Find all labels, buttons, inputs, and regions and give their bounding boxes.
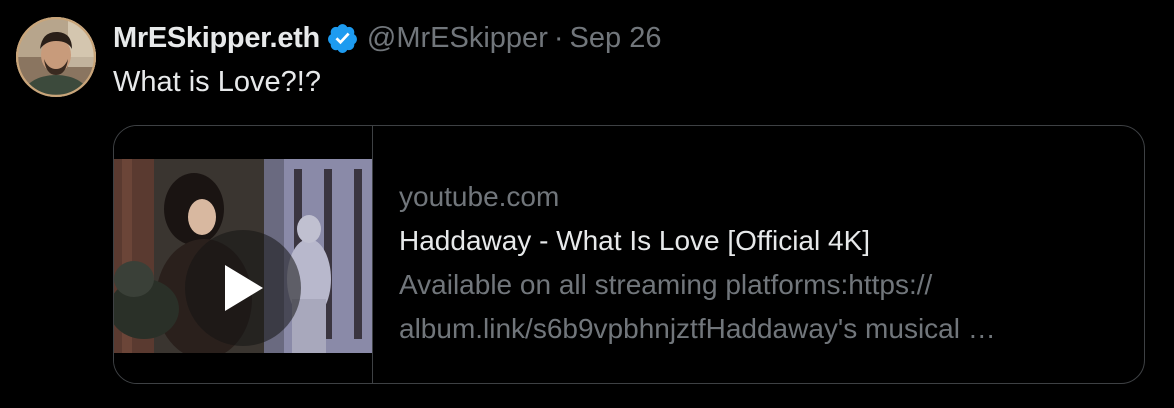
tweet-text: What is Love?!? — [113, 66, 321, 98]
card-description-line1: Available on all streaming platforms:htt… — [399, 269, 933, 300]
avatar-image — [16, 17, 96, 97]
card-domain: youtube.com — [399, 181, 560, 212]
card-title[interactable]: Haddaway - What Is Love [Official 4K] — [399, 219, 1144, 263]
card-description-line2: album.link/s6b9vpbhnjztfHaddaway's music… — [399, 313, 996, 344]
video-thumbnail-image — [114, 159, 372, 353]
author-display-name[interactable]: MrESkipper.eth — [113, 22, 320, 55]
tweet[interactable]: MrESkipper.eth @MrESkipper · Sep 26 What… — [0, 0, 1174, 408]
card-body[interactable]: youtube.com Haddaway - What Is Love [Off… — [373, 126, 1144, 383]
separator-dot: · — [553, 21, 564, 54]
tweet-header: MrESkipper.eth @MrESkipper · Sep 26 — [113, 18, 661, 58]
tweet-date[interactable]: Sep 26 — [570, 22, 662, 55]
link-card[interactable]: youtube.com Haddaway - What Is Love [Off… — [113, 125, 1145, 384]
author-handle[interactable]: @MrESkipper — [367, 22, 548, 55]
play-button[interactable] — [185, 230, 301, 346]
card-thumbnail[interactable] — [114, 126, 373, 383]
author-avatar[interactable] — [16, 17, 96, 97]
play-icon — [225, 265, 263, 311]
verified-badge-icon[interactable] — [326, 22, 359, 55]
